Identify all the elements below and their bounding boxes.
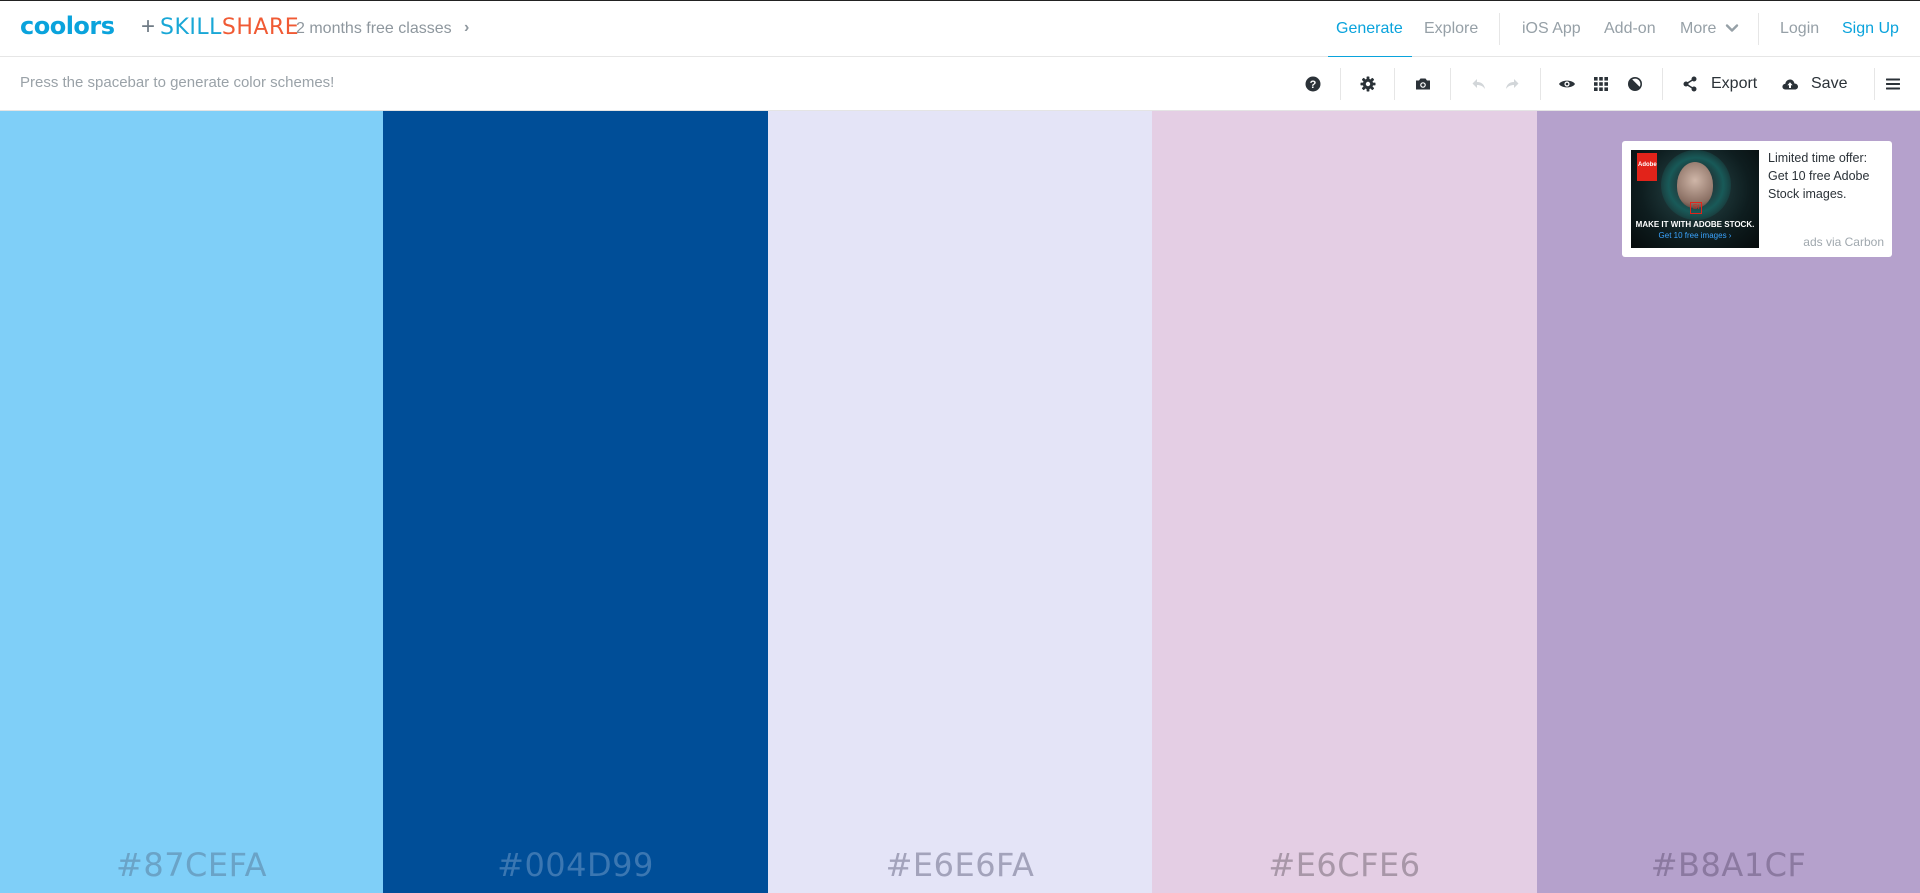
ad-image[interactable]: Adobe St MAKE IT WITH ADOBE STOCK. Get 1… (1631, 150, 1759, 248)
camera-icon[interactable] (1413, 74, 1433, 94)
color-hex-label[interactable]: #E6CFE6 (1152, 845, 1537, 885)
undo-icon[interactable] (1469, 74, 1489, 94)
nav-divider (1758, 13, 1759, 45)
coolors-logo[interactable]: coolors (20, 11, 115, 41)
nav-add-on[interactable]: Add-on (1604, 20, 1656, 38)
ad-image-cta: Get 10 free images › (1658, 231, 1732, 240)
toolbar-divider (1662, 68, 1663, 100)
color-column-2[interactable]: #004D99 (383, 111, 768, 893)
toolbar-divider (1450, 68, 1451, 100)
carbon-ad[interactable]: Adobe St MAKE IT WITH ADOBE STOCK. Get 1… (1622, 141, 1892, 257)
save-button[interactable]: Save (1811, 75, 1847, 93)
nav-ios-app[interactable]: iOS App (1522, 20, 1581, 38)
nav-more[interactable]: More (1680, 20, 1716, 38)
toolbar-divider (1540, 68, 1541, 100)
contrast-icon[interactable] (1625, 74, 1645, 94)
color-column-4[interactable]: #E6CFE6 (1152, 111, 1537, 893)
svg-text:?: ? (1310, 79, 1317, 91)
color-hex-label[interactable]: #87CEFA (0, 845, 383, 885)
adobe-stock-badge-icon: St (1690, 202, 1702, 214)
cloud-upload-icon[interactable] (1780, 74, 1800, 94)
nav-sign-up[interactable]: Sign Up (1842, 20, 1899, 38)
menu-icon[interactable] (1883, 74, 1903, 94)
share-icon[interactable] (1680, 74, 1700, 94)
top-nav: coolors + SKILLSHARE 2 months free class… (0, 0, 1920, 58)
color-column-1[interactable]: #87CEFA (0, 111, 383, 893)
nav-generate[interactable]: Generate (1336, 20, 1403, 38)
redo-icon[interactable] (1502, 74, 1522, 94)
color-column-3[interactable]: #E6E6FA (768, 111, 1152, 893)
nav-divider (1499, 13, 1500, 45)
toolbar-divider (1874, 68, 1875, 100)
chevron-right-icon[interactable]: › (464, 19, 469, 37)
skillshare-logo-part1: SKILL (160, 15, 222, 40)
gear-icon[interactable] (1358, 74, 1378, 94)
eye-icon[interactable] (1557, 74, 1577, 94)
spacebar-hint: Press the spacebar to generate color sch… (20, 74, 335, 91)
chevron-down-icon[interactable] (1725, 21, 1739, 35)
color-hex-label[interactable]: #E6E6FA (768, 845, 1152, 885)
promo-link[interactable]: 2 months free classes (296, 20, 452, 38)
color-hex-label[interactable]: #B8A1CF (1537, 845, 1920, 885)
ad-via-carbon[interactable]: ads via Carbon (1803, 235, 1884, 249)
skillshare-logo-part2: SHARE (221, 15, 300, 40)
toolbar-divider (1340, 68, 1341, 100)
toolbar: Press the spacebar to generate color sch… (0, 57, 1920, 111)
ad-logo-text: Adobe (1638, 162, 1657, 168)
help-icon[interactable]: ? (1303, 74, 1323, 94)
plus-sign: + (141, 13, 156, 40)
ad-text[interactable]: Limited time offer: Get 10 free Adobe St… (1768, 149, 1886, 203)
ad-image-headline: MAKE IT WITH ADOBE STOCK. (1635, 220, 1755, 229)
grid-icon[interactable] (1591, 74, 1611, 94)
color-hex-label[interactable]: #004D99 (383, 845, 768, 885)
skillshare-logo[interactable]: SKILLSHARE (160, 13, 299, 43)
nav-explore[interactable]: Explore (1424, 20, 1478, 38)
export-button[interactable]: Export (1711, 75, 1757, 93)
toolbar-divider (1394, 68, 1395, 100)
nav-login[interactable]: Login (1780, 20, 1819, 38)
